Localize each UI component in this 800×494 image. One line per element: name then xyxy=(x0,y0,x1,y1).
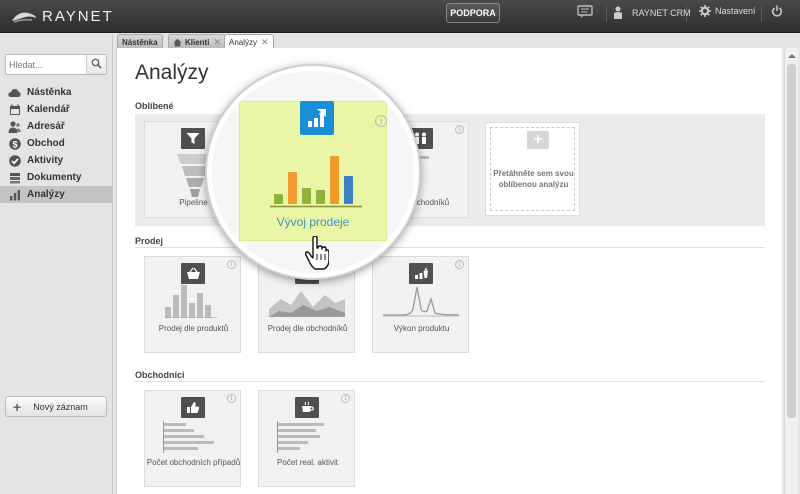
tab-label: Analýzy xyxy=(229,38,258,47)
graphic-bar xyxy=(288,172,297,204)
graphic-bar xyxy=(274,194,283,204)
tab-nastenka[interactable]: Nástěnka xyxy=(117,34,163,49)
graphic-bar xyxy=(344,176,353,204)
divider xyxy=(761,6,762,22)
horizontal-bars-graphic xyxy=(163,421,223,456)
sidebar-item-dokumenty[interactable]: Dokumenty xyxy=(0,169,112,186)
power-icon[interactable] xyxy=(771,5,783,17)
search-input[interactable] xyxy=(9,58,87,72)
card-label: Prodej dle produktů xyxy=(158,324,229,333)
close-icon[interactable]: ✕ xyxy=(213,37,221,48)
sales-trend-graphic xyxy=(270,156,362,208)
info-icon[interactable]: i xyxy=(455,125,464,134)
graphic-bar xyxy=(316,190,325,204)
growth-chart-icon xyxy=(300,101,334,135)
coffee-icon xyxy=(295,397,319,418)
info-icon[interactable]: i xyxy=(227,394,236,403)
svg-text:$: $ xyxy=(12,139,17,149)
user-menu[interactable]: RAYNET CRM xyxy=(613,6,691,19)
gear-icon xyxy=(699,5,711,17)
home-icon xyxy=(173,38,182,47)
new-record-button[interactable]: + Nový záznam xyxy=(5,396,107,417)
sidebar: Nástěnka Kalendář Adresář $ Obchod Aktiv… xyxy=(0,34,113,494)
graphic-bar xyxy=(330,156,339,204)
check-circle-icon xyxy=(8,154,21,167)
info-icon[interactable]: i xyxy=(375,115,387,127)
new-record-label: Nový záznam xyxy=(33,401,88,412)
search-box xyxy=(5,54,107,75)
sidebar-item-aktivity[interactable]: Aktivity xyxy=(0,152,112,169)
section-divider xyxy=(135,381,765,382)
sidebar-item-kalendar[interactable]: Kalendář xyxy=(0,101,112,118)
plus-icon: + xyxy=(13,398,22,415)
tab-label: Klienti xyxy=(185,37,210,47)
sidebar-item-label: Adresář xyxy=(27,121,65,132)
graphic-bar xyxy=(302,188,311,204)
card-label: Výkon produktu xyxy=(393,324,450,333)
sidebar-item-label: Analýzy xyxy=(27,189,65,200)
settings-label: Nastavení xyxy=(715,6,756,16)
drop-zone: + Přetáhněte sem svou oblíbenou analýzu xyxy=(490,127,575,211)
card-label: Počet real. aktivit xyxy=(277,458,338,467)
area-chart-graphic xyxy=(269,287,345,320)
sidebar-item-adresar[interactable]: Adresář xyxy=(0,118,112,135)
tab-klienti[interactable]: Klienti ✕ xyxy=(168,34,226,49)
sidebar-item-label: Obchod xyxy=(27,138,65,149)
line-chart-graphic xyxy=(383,283,460,320)
section-label-sales: Prodej xyxy=(135,236,164,246)
tab-bar: Nástěnka Klienti ✕ Analýzy ✕ xyxy=(113,34,800,50)
people-icon xyxy=(8,120,21,133)
top-bar: RAYNET PODPORA RAYNET CRM Nastavení xyxy=(0,0,800,33)
search-button[interactable] xyxy=(86,55,106,74)
analysis-card-pocet-obchodnich-pripadu[interactable]: i Počet obchodních případů xyxy=(144,390,241,487)
close-icon[interactable]: ✕ xyxy=(261,37,269,48)
plus-icon: + xyxy=(527,131,549,149)
sidebar-item-label: Aktivity xyxy=(27,155,64,166)
section-label-favorites: Oblíbené xyxy=(135,101,174,111)
sidebar-item-analyzy[interactable]: Analýzy xyxy=(0,186,112,203)
settings-menu[interactable]: Nastavení xyxy=(699,5,756,17)
raynet-logo-icon xyxy=(10,9,38,25)
section-label-traders: Obchodníci xyxy=(135,370,185,380)
scroll-thumb[interactable] xyxy=(787,64,796,418)
analysis-card-pocet-real-aktivit[interactable]: i Počet real. aktivit xyxy=(258,390,355,487)
sidebar-item-label: Dokumenty xyxy=(27,172,82,183)
basket-icon xyxy=(181,263,205,284)
thumbs-up-icon xyxy=(181,397,205,418)
documents-icon xyxy=(8,172,21,184)
search-icon xyxy=(91,58,102,72)
sidebar-item-obchod[interactable]: $ Obchod xyxy=(0,135,112,152)
vertical-bars-graphic xyxy=(165,285,221,321)
support-button[interactable]: PODPORA xyxy=(446,3,500,23)
bar-chart-icon xyxy=(8,189,21,201)
logo-text: RAYNET xyxy=(42,8,114,25)
dollar-icon: $ xyxy=(8,137,21,150)
sidebar-item-label: Kalendář xyxy=(27,104,70,115)
card-label: Vývoj prodeje xyxy=(276,215,350,229)
info-icon[interactable]: i xyxy=(455,260,464,269)
page-title: Analýzy xyxy=(135,61,209,84)
info-icon[interactable]: i xyxy=(341,394,350,403)
card-label: Počet obchodních případů xyxy=(146,458,241,467)
user-label: RAYNET CRM xyxy=(632,7,691,18)
tab-label: Nástěnka xyxy=(122,37,158,47)
favorite-drop-target[interactable]: + Přetáhněte sem svou oblíbenou analýzu xyxy=(485,122,580,216)
divider xyxy=(606,6,607,22)
main-scrollbar[interactable] xyxy=(784,48,798,494)
drop-hint: Přetáhněte sem svou oblíbenou analýzu xyxy=(493,169,574,189)
sidebar-item-label: Nástěnka xyxy=(27,87,72,98)
chat-icon[interactable] xyxy=(577,5,593,19)
funnel-icon xyxy=(181,128,205,149)
main-navigation: Nástěnka Kalendář Adresář $ Obchod Aktiv… xyxy=(0,84,112,203)
sidebar-item-nastenka[interactable]: Nástěnka xyxy=(0,84,112,101)
scroll-up-arrow[interactable] xyxy=(788,54,796,58)
raynet-logo[interactable]: RAYNET xyxy=(10,8,114,25)
user-icon xyxy=(613,6,623,19)
calendar-icon xyxy=(8,104,21,116)
cloud-icon xyxy=(8,87,21,99)
horizontal-bars-graphic xyxy=(277,421,337,456)
card-label: Prodej dle obchodníků xyxy=(267,324,348,333)
hand-cursor-icon xyxy=(304,235,330,270)
